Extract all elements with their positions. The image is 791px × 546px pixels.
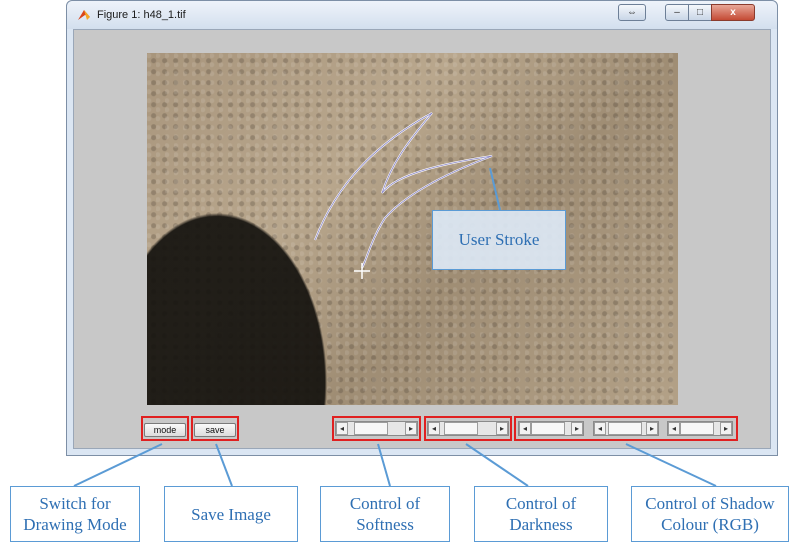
blue-slider[interactable]: ◂ ▸	[667, 421, 733, 436]
mode-callout: Switch for Drawing Mode	[10, 486, 140, 542]
crosshair-cursor-icon	[354, 263, 370, 279]
slider-left-arrow-icon[interactable]: ◂	[336, 422, 348, 435]
callout-line: Darkness	[509, 515, 573, 534]
slider-thumb[interactable]	[444, 422, 479, 435]
restore-icon[interactable]: ⇔	[618, 4, 646, 21]
user-stroke-label: User Stroke	[432, 210, 566, 270]
slider-right-arrow-icon[interactable]: ▸	[720, 422, 732, 435]
slider-left-arrow-icon[interactable]: ◂	[594, 422, 606, 435]
window-title: Figure 1: h48_1.tif	[97, 9, 186, 21]
slider-right-arrow-icon[interactable]: ▸	[571, 422, 583, 435]
slider-thumb[interactable]	[531, 422, 566, 435]
green-slider[interactable]: ◂ ▸	[593, 421, 659, 436]
slider-left-arrow-icon[interactable]: ◂	[519, 422, 531, 435]
callout-line: Switch for	[39, 494, 111, 513]
callout-line: Colour (RGB)	[661, 515, 759, 534]
softness-callout: Control of Softness	[320, 486, 450, 542]
callout-line: Drawing Mode	[23, 515, 127, 534]
darkness-callout: Control of Darkness	[474, 486, 608, 542]
callout-line: Softness	[356, 515, 414, 534]
callout-line: Save Image	[191, 504, 271, 524]
callout-line: Control of	[349, 494, 421, 513]
slider-thumb[interactable]	[607, 422, 642, 435]
close-button[interactable]: x	[711, 4, 755, 21]
callout-line: Control of Shadow	[645, 494, 775, 513]
slider-right-arrow-icon[interactable]: ▸	[646, 422, 658, 435]
save-callout: Save Image	[164, 486, 298, 542]
slider-left-arrow-icon[interactable]: ◂	[428, 422, 440, 435]
user-stroke-drawing	[314, 112, 493, 279]
matlab-icon	[78, 10, 90, 20]
slider-right-arrow-icon[interactable]: ▸	[496, 422, 508, 435]
save-button[interactable]: save	[194, 423, 236, 437]
slider-left-arrow-icon[interactable]: ◂	[668, 422, 680, 435]
mode-button[interactable]: mode	[144, 423, 186, 437]
title-bar[interactable]: Figure 1: h48_1.tif ⇔ – □ x	[67, 1, 777, 29]
darkness-slider[interactable]: ◂ ▸	[427, 421, 509, 436]
slider-right-arrow-icon[interactable]: ▸	[405, 422, 417, 435]
callout-line: Control of	[505, 494, 577, 513]
slider-thumb[interactable]	[353, 422, 388, 435]
maximize-button[interactable]: □	[688, 4, 712, 21]
red-slider[interactable]: ◂ ▸	[518, 421, 584, 436]
image-canvas[interactable]	[147, 53, 678, 405]
minimize-button[interactable]: –	[665, 4, 689, 21]
softness-slider[interactable]: ◂ ▸	[335, 421, 418, 436]
slider-thumb[interactable]	[680, 422, 715, 435]
colour-callout: Control of Shadow Colour (RGB)	[631, 486, 789, 542]
